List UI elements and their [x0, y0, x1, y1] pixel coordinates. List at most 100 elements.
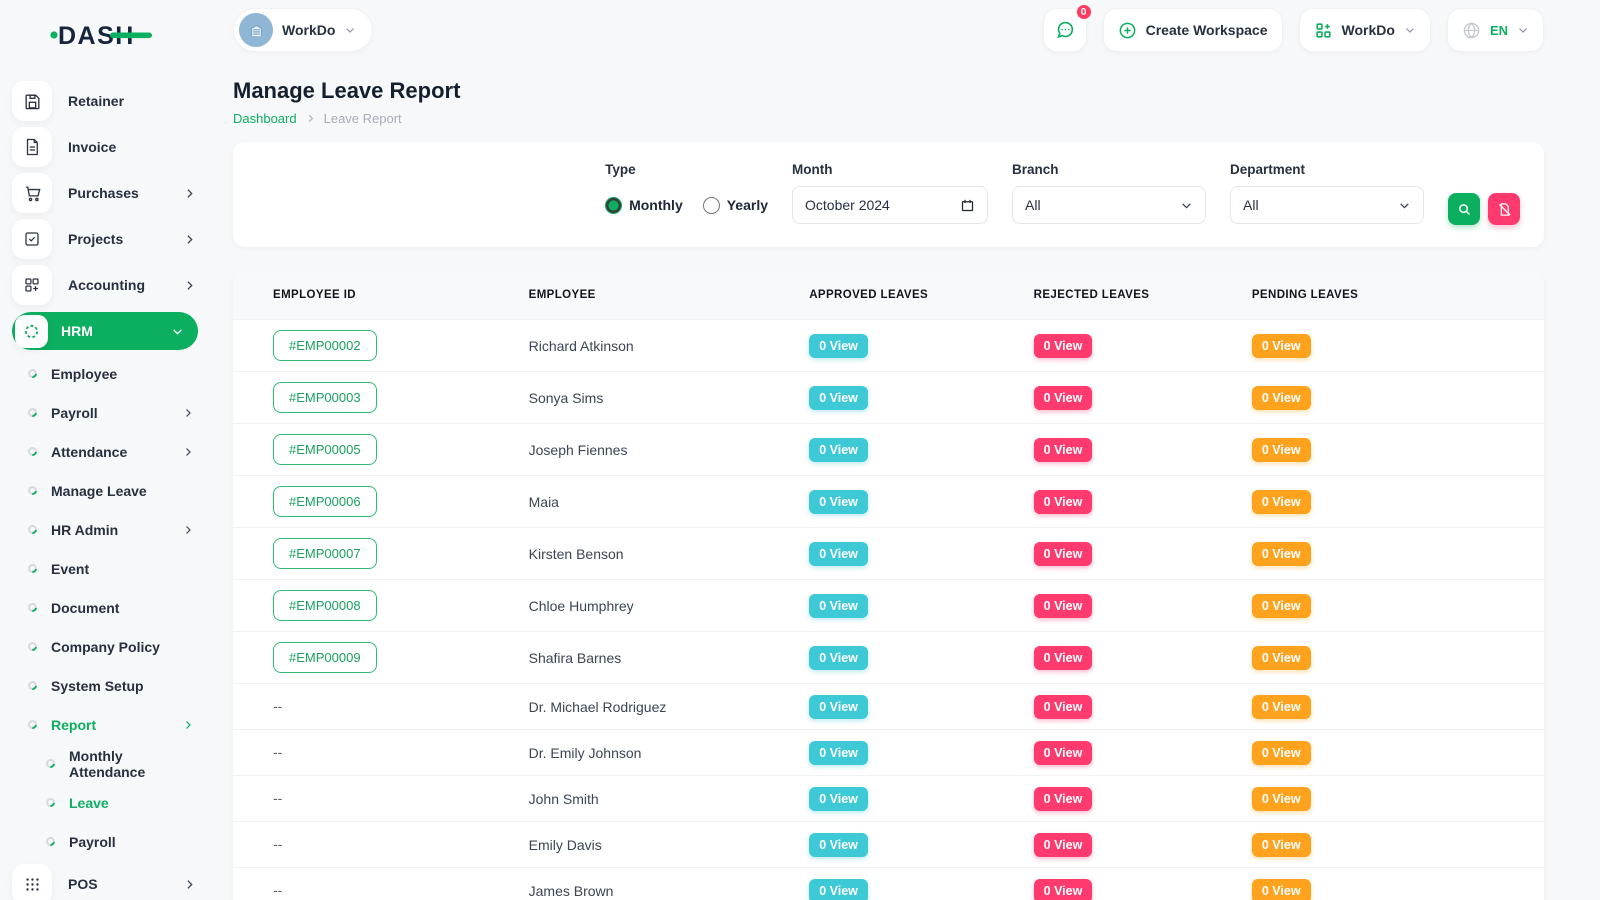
employee-id[interactable]: #EMP00009	[273, 642, 377, 673]
table-row: -- James Brown 0 View 0 View 0 View	[233, 867, 1544, 900]
employee-id[interactable]: #EMP00005	[273, 434, 377, 465]
sidebar-item-report[interactable]: Report	[0, 705, 210, 744]
sidebar-item-purchases[interactable]: Purchases	[0, 170, 210, 216]
approved-view-badge[interactable]: 0 View	[809, 438, 868, 462]
pending-view-badge[interactable]: 0 View	[1252, 833, 1311, 857]
approved-view-badge[interactable]: 0 View	[809, 695, 868, 719]
create-workspace-button[interactable]: Create Workspace	[1103, 8, 1283, 52]
pending-view-badge[interactable]: 0 View	[1252, 646, 1311, 670]
sidebar-item-hr-admin[interactable]: HR Admin	[0, 510, 210, 549]
employee-id: --	[273, 790, 282, 806]
month-value: October 2024	[805, 197, 960, 213]
messages-button[interactable]: 0	[1043, 8, 1087, 52]
sidebar-item-label: Retainer	[68, 93, 196, 109]
radio-yearly-input[interactable]	[703, 197, 720, 214]
sidebar-item-system-setup[interactable]: System Setup	[0, 666, 210, 705]
breadcrumb-dashboard-link[interactable]: Dashboard	[233, 111, 297, 126]
sidebar-item-leave-report[interactable]: Leave	[0, 783, 210, 822]
approved-view-badge[interactable]: 0 View	[809, 833, 868, 857]
sidebar-item-employee[interactable]: Employee	[0, 354, 210, 393]
sidebar-item-company-policy[interactable]: Company Policy	[0, 627, 210, 666]
employee-id[interactable]: #EMP00008	[273, 590, 377, 621]
sidebar-nav: Retainer Invoice Purchases Projects	[0, 78, 210, 900]
department-select[interactable]: All	[1230, 186, 1424, 224]
sidebar-item-accounting[interactable]: Accounting	[0, 262, 210, 308]
rejected-view-badge[interactable]: 0 View	[1034, 490, 1093, 514]
pending-view-badge[interactable]: 0 View	[1252, 594, 1311, 618]
table-row: #EMP00009 Shafira Barnes 0 View 0 View 0…	[233, 631, 1544, 683]
approved-view-badge[interactable]: 0 View	[809, 490, 868, 514]
brand-logo[interactable]: DASH	[0, 10, 210, 60]
approved-view-badge[interactable]: 0 View	[809, 879, 868, 900]
rejected-view-badge[interactable]: 0 View	[1034, 879, 1093, 900]
rejected-view-badge[interactable]: 0 View	[1034, 334, 1093, 358]
radio-monthly-input[interactable]	[605, 197, 622, 214]
rejected-view-badge[interactable]: 0 View	[1034, 646, 1093, 670]
approved-view-badge[interactable]: 0 View	[809, 334, 868, 358]
language-selector[interactable]: EN	[1447, 8, 1544, 52]
workspace-name: WorkDo	[282, 22, 335, 38]
sidebar-item-document[interactable]: Document	[0, 588, 210, 627]
pending-view-badge[interactable]: 0 View	[1252, 741, 1311, 765]
sidebar-item-manage-leave[interactable]: Manage Leave	[0, 471, 210, 510]
employee-id[interactable]: #EMP00007	[273, 538, 377, 569]
app-switcher-button[interactable]: WorkDo	[1299, 8, 1431, 52]
branch-value: All	[1025, 197, 1180, 213]
branch-select[interactable]: All	[1012, 186, 1206, 224]
topbar-actions: 0 Create Workspace WorkDo	[1043, 8, 1544, 52]
sidebar-item-pos[interactable]: POS	[0, 861, 210, 900]
sidebar-subitem-label: Leave	[69, 795, 194, 811]
approved-view-badge[interactable]: 0 View	[809, 594, 868, 618]
workspace-selector[interactable]: WorkDo	[233, 8, 373, 52]
search-button[interactable]	[1448, 193, 1480, 225]
employee-name: Joseph Fiennes	[529, 442, 810, 458]
employee-id[interactable]: #EMP00002	[273, 330, 377, 361]
sidebar-item-monthly-attendance[interactable]: Monthly Attendance	[0, 744, 210, 783]
sidebar-item-retainer[interactable]: Retainer	[0, 78, 210, 124]
pending-view-badge[interactable]: 0 View	[1252, 334, 1311, 358]
sidebar-subitem-label: Event	[51, 561, 194, 577]
pending-view-badge[interactable]: 0 View	[1252, 695, 1311, 719]
pending-view-badge[interactable]: 0 View	[1252, 490, 1311, 514]
approved-view-badge[interactable]: 0 View	[809, 542, 868, 566]
rejected-view-badge[interactable]: 0 View	[1034, 542, 1093, 566]
pending-view-badge[interactable]: 0 View	[1252, 787, 1311, 811]
employee-id[interactable]: #EMP00006	[273, 486, 377, 517]
sidebar-item-hrm[interactable]: HRM	[12, 312, 198, 350]
topbar: WorkDo 0 Create Workspace	[233, 0, 1544, 60]
rejected-view-badge[interactable]: 0 View	[1034, 695, 1093, 719]
radio-yearly[interactable]: Yearly	[703, 197, 768, 214]
pending-view-badge[interactable]: 0 View	[1252, 879, 1311, 900]
pending-view-badge[interactable]: 0 View	[1252, 438, 1311, 462]
employee-id[interactable]: #EMP00003	[273, 382, 377, 413]
sidebar-subitem-label: Payroll	[51, 405, 182, 421]
rejected-view-badge[interactable]: 0 View	[1034, 787, 1093, 811]
sidebar-item-attendance[interactable]: Attendance	[0, 432, 210, 471]
sidebar-item-invoice[interactable]: Invoice	[0, 124, 210, 170]
pending-view-badge[interactable]: 0 View	[1252, 542, 1311, 566]
approved-view-badge[interactable]: 0 View	[809, 386, 868, 410]
month-input[interactable]: October 2024	[792, 186, 988, 224]
approved-view-badge[interactable]: 0 View	[809, 787, 868, 811]
rejected-view-badge[interactable]: 0 View	[1034, 594, 1093, 618]
sidebar-item-event[interactable]: Event	[0, 549, 210, 588]
rejected-view-badge[interactable]: 0 View	[1034, 833, 1093, 857]
bullet-icon	[26, 367, 39, 380]
radio-monthly[interactable]: Monthly	[605, 197, 683, 214]
sidebar-item-payroll[interactable]: Payroll	[0, 393, 210, 432]
rejected-view-badge[interactable]: 0 View	[1034, 741, 1093, 765]
rejected-view-badge[interactable]: 0 View	[1034, 386, 1093, 410]
sidebar-item-projects[interactable]: Projects	[0, 216, 210, 262]
chevron-right-icon	[183, 878, 196, 891]
rejected-view-badge[interactable]: 0 View	[1034, 438, 1093, 462]
column-employee: EMPLOYEE	[529, 289, 810, 301]
file-slash-icon	[1497, 202, 1512, 217]
pending-view-badge[interactable]: 0 View	[1252, 386, 1311, 410]
reset-filter-button[interactable]	[1488, 193, 1520, 225]
sidebar-item-payroll-report[interactable]: Payroll	[0, 822, 210, 861]
approved-view-badge[interactable]: 0 View	[809, 646, 868, 670]
chat-bubble-icon	[1054, 19, 1076, 41]
bullet-icon	[26, 484, 39, 497]
approved-view-badge[interactable]: 0 View	[809, 741, 868, 765]
sidebar-subitem-label: System Setup	[51, 678, 194, 694]
